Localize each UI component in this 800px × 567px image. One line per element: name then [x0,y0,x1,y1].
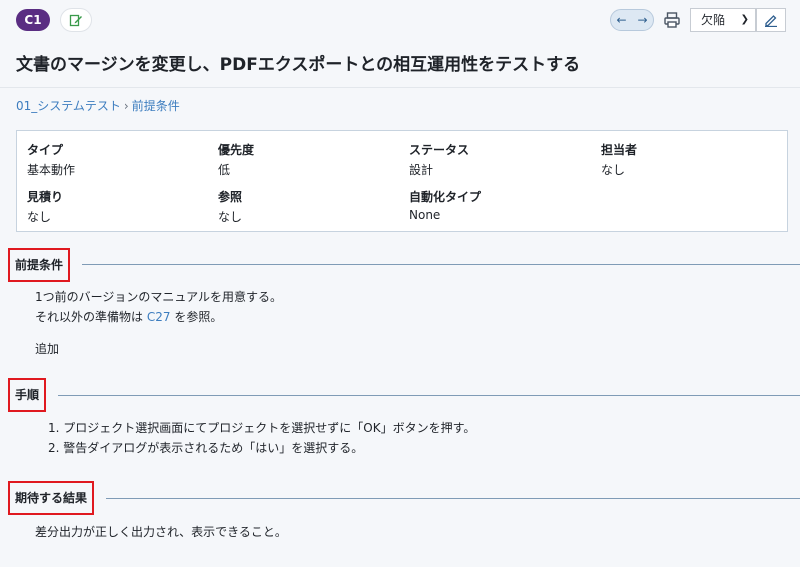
reference-field: 参照 なし [218,188,242,225]
case-link[interactable]: C27 [147,310,171,324]
print-button[interactable] [660,9,684,31]
prev-next-navigation[interactable]: ← → [610,9,654,31]
type-value: 基本動作 [27,163,76,177]
breadcrumb: 01_システムテスト › 前提条件 [16,97,180,114]
reference-label: 参照 [218,190,243,204]
breadcrumb-root[interactable]: 01_システムテスト [16,99,121,113]
breadcrumb-current[interactable]: 前提条件 [132,99,180,113]
status-value: 設計 [409,163,434,177]
estimate-field: 見積り なし [27,188,63,225]
type-select[interactable]: 欠陥 ❯ [690,8,756,32]
preconditions-text: それ以外の準備物は [35,310,144,324]
preconditions-line: 1つ前のバージョンのマニュアルを用意する。 [35,290,283,304]
type-label: タイプ [27,143,64,157]
reference-value: なし [218,210,243,224]
edit-button[interactable] [756,8,786,32]
case-id-badge: C1 [16,9,50,31]
step-item: 1. プロジェクト選択画面にてプロジェクトを選択せずに「OK」ボタンを押す。 [48,421,476,435]
chevron-down-icon: ❯ [740,14,749,25]
assignee-label: 担当者 [601,143,638,157]
section-divider [82,264,800,265]
automation-value: None [409,208,441,222]
assignee-value: なし [601,163,626,177]
preconditions-text: を参照。 [174,310,223,324]
case-info-panel: タイプ 基本動作 優先度 低 ステータス 設計 担当者 なし 見積り なし 参照… [16,130,788,232]
preconditions-extra: 追加 [35,342,60,356]
arrow-left-icon[interactable]: ← [616,13,626,27]
status-field: ステータス 設計 [409,141,469,178]
step-item: 2. 警告ダイアログが表示されるため「はい」を選択する。 [48,441,364,455]
section-title-preconditions: 前提条件 [8,248,71,282]
section-divider [106,498,800,499]
priority-field: 優先度 低 [218,141,254,178]
arrow-right-icon[interactable]: → [637,13,647,27]
page-title: 文書のマージンを変更し、PDFエクスポートとの相互運用性をテストする [16,55,581,75]
breadcrumb-separator: › [123,99,129,113]
edit-note-button[interactable] [60,8,92,32]
type-select-value: 欠陥 [701,13,726,27]
printer-icon [664,12,680,28]
assignee-field: 担当者 なし [601,141,637,178]
divider [0,87,800,88]
type-field: タイプ 基本動作 [27,141,75,178]
edit-note-icon [69,14,82,27]
estimate-value: なし [27,210,52,224]
section-title-expected: 期待する結果 [8,481,95,515]
automation-label: 自動化タイプ [409,190,482,204]
pencil-icon [765,15,777,27]
status-label: ステータス [409,143,470,157]
preconditions-line: それ以外の準備物は C27 を参照。 [35,307,282,327]
preconditions-body: 1つ前のバージョンのマニュアルを用意する。 それ以外の準備物は C27 を参照。… [35,287,282,359]
top-toolbar: C1 ← → 欠陥 ❯ [0,0,800,40]
estimate-label: 見積り [27,190,64,204]
automation-field: 自動化タイプ None [409,188,481,222]
expected-body: 差分出力が正しく出力され、表示できること。 [35,525,287,539]
section-title-steps: 手順 [8,378,47,412]
steps-list: 1. プロジェクト選択画面にてプロジェクトを選択せずに「OK」ボタンを押す。 2… [48,418,475,458]
priority-value: 低 [218,163,231,177]
priority-label: 優先度 [218,143,255,157]
section-divider [58,395,800,396]
